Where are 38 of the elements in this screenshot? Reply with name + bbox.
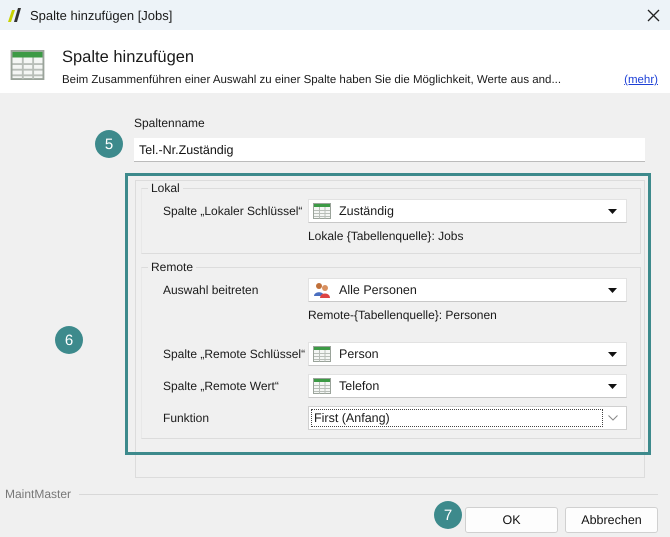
ok-button[interactable]: OK (465, 507, 558, 533)
source-note: Remote-{Tabellenquelle}: Personen (308, 308, 498, 322)
caret-icon (608, 288, 617, 292)
brand-label: MaintMaster (5, 487, 72, 501)
more-link[interactable]: (mehr) (624, 74, 658, 86)
source-note: Lokale {Tabellenquelle}: Jobs (308, 229, 464, 243)
group-title: Lokal (150, 181, 181, 195)
group-title: Remote (150, 260, 194, 274)
table-icon (313, 346, 331, 362)
dropdown-field[interactable]: Person (308, 342, 627, 366)
field-label: Funktion (163, 411, 210, 425)
caret-icon (608, 384, 617, 388)
table-icon (9, 50, 46, 80)
input-field[interactable]: Tel.-Nr.Zuständig (134, 138, 645, 162)
caret-icon (608, 352, 617, 356)
field-label: Spalte „Remote Wert“ (163, 379, 280, 393)
callout-badge: 6 (55, 326, 83, 354)
callout-badge: 7 (434, 501, 462, 529)
table-icon (313, 378, 331, 394)
field-label: Spalte „Lokaler Schlüssel“ (163, 204, 304, 218)
field-label: Spaltenname (134, 115, 206, 131)
people-icon (313, 282, 331, 298)
dialog-heading: Spalte hinzufügen (62, 47, 196, 67)
dropdown-field[interactable]: Alle Personen (308, 278, 627, 302)
caret-icon (608, 208, 617, 214)
field-label: Spalte „Remote Schlüssel“ (163, 347, 306, 361)
dropdown-field[interactable]: Zuständig (308, 199, 627, 223)
window-title: Spalte hinzufügen [Jobs] (30, 8, 174, 22)
dialog-description: Beim Zusammenführen einer Auswahl zu einer Spalte haben Sie die Möglichkeit, Werte aus and... (62, 74, 562, 86)
app-logo-icon (5, 7, 23, 23)
close-icon[interactable] (647, 8, 660, 22)
cancel-button[interactable]: Abbrechen (565, 507, 658, 533)
chevron-icon (608, 415, 618, 421)
dropdown-field[interactable]: Telefon (308, 374, 627, 398)
dropdown-field[interactable]: First (Anfang) (308, 406, 627, 430)
table-icon (313, 203, 331, 219)
callout-badge: 5 (95, 130, 123, 158)
field-label: Auswahl beitreten (163, 283, 260, 297)
